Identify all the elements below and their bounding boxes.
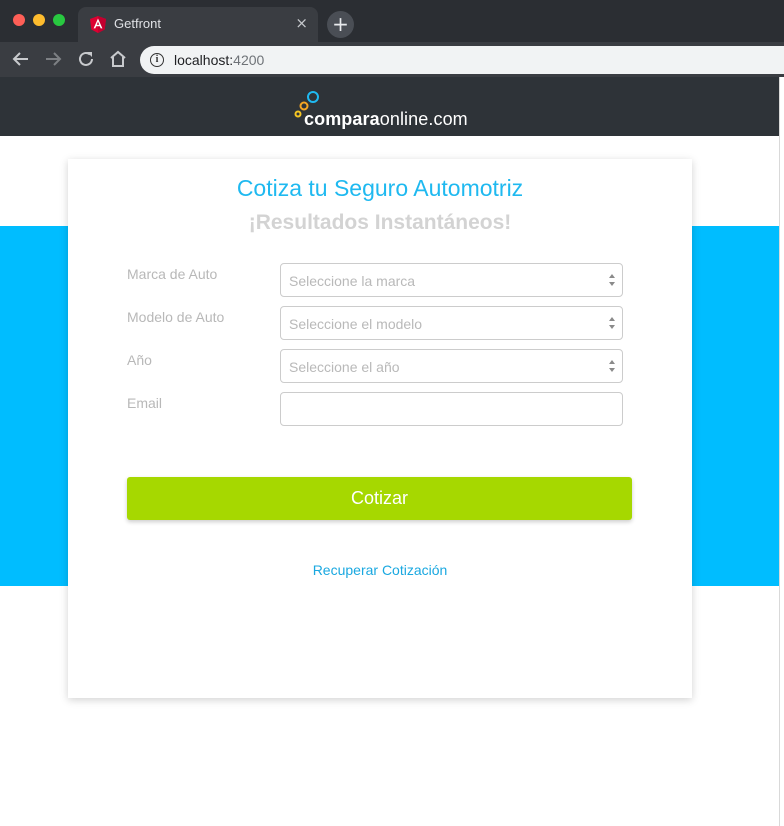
home-icon[interactable] [105, 46, 131, 72]
model-select[interactable]: Seleccione el modelo [280, 306, 623, 340]
year-label: Año [127, 352, 152, 368]
email-label: Email [127, 395, 163, 411]
form-subtitle: ¡Resultados Instantáneos! [248, 211, 512, 234]
back-arrow-icon[interactable] [8, 46, 34, 72]
email-field[interactable] [280, 392, 623, 426]
url-port: 4200 [233, 52, 265, 68]
brand-select[interactable]: Seleccione la marca [280, 263, 623, 297]
close-window-icon[interactable] [13, 14, 25, 26]
logo-wordmark: comparaonline.com [304, 109, 468, 130]
reload-icon[interactable] [73, 46, 99, 72]
recover-quote-link[interactable]: Recuperar Cotización [68, 562, 692, 578]
forward-arrow-icon[interactable] [40, 46, 66, 72]
select-arrows-icon [609, 274, 615, 286]
url-text: localhost:4200 [174, 52, 264, 68]
angular-favicon-icon [90, 16, 106, 33]
brand-select-value: Seleccione la marca [289, 273, 416, 289]
tab-close-icon[interactable]: × [295, 14, 308, 32]
site-logo[interactable]: comparaonline.com [292, 89, 492, 131]
browser-titlebar: Getfront × + [0, 0, 784, 42]
model-select-value: Seleccione el modelo [289, 316, 423, 332]
quote-form-card: Cotiza tu Seguro Automotriz ¡Resultados … [68, 159, 692, 698]
cotizar-button[interactable]: Cotizar [127, 477, 632, 520]
tab-title: Getfront [114, 16, 161, 31]
form-title: Cotiza tu Seguro Automotriz [236, 175, 524, 201]
select-arrows-icon [609, 360, 615, 372]
minimize-window-icon[interactable] [33, 14, 45, 26]
url-host: localhost: [174, 52, 234, 68]
brand-label: Marca de Auto [127, 266, 218, 282]
year-select[interactable]: Seleccione el año [280, 349, 623, 383]
new-tab-button[interactable]: + [327, 11, 354, 38]
address-bar[interactable]: i localhost:4200 [140, 46, 784, 74]
logo-rest: online.com [379, 109, 468, 129]
scrollbar-track[interactable] [779, 77, 784, 826]
browser-tab[interactable]: Getfront × [78, 7, 318, 42]
model-label: Modelo de Auto [127, 309, 225, 325]
select-arrows-icon [609, 317, 615, 329]
info-icon[interactable]: i [150, 53, 164, 67]
year-select-value: Seleccione el año [289, 359, 400, 375]
logo-bold: compara [304, 109, 380, 129]
maximize-window-icon[interactable] [53, 14, 65, 26]
browser-toolbar: i localhost:4200 [0, 42, 784, 77]
